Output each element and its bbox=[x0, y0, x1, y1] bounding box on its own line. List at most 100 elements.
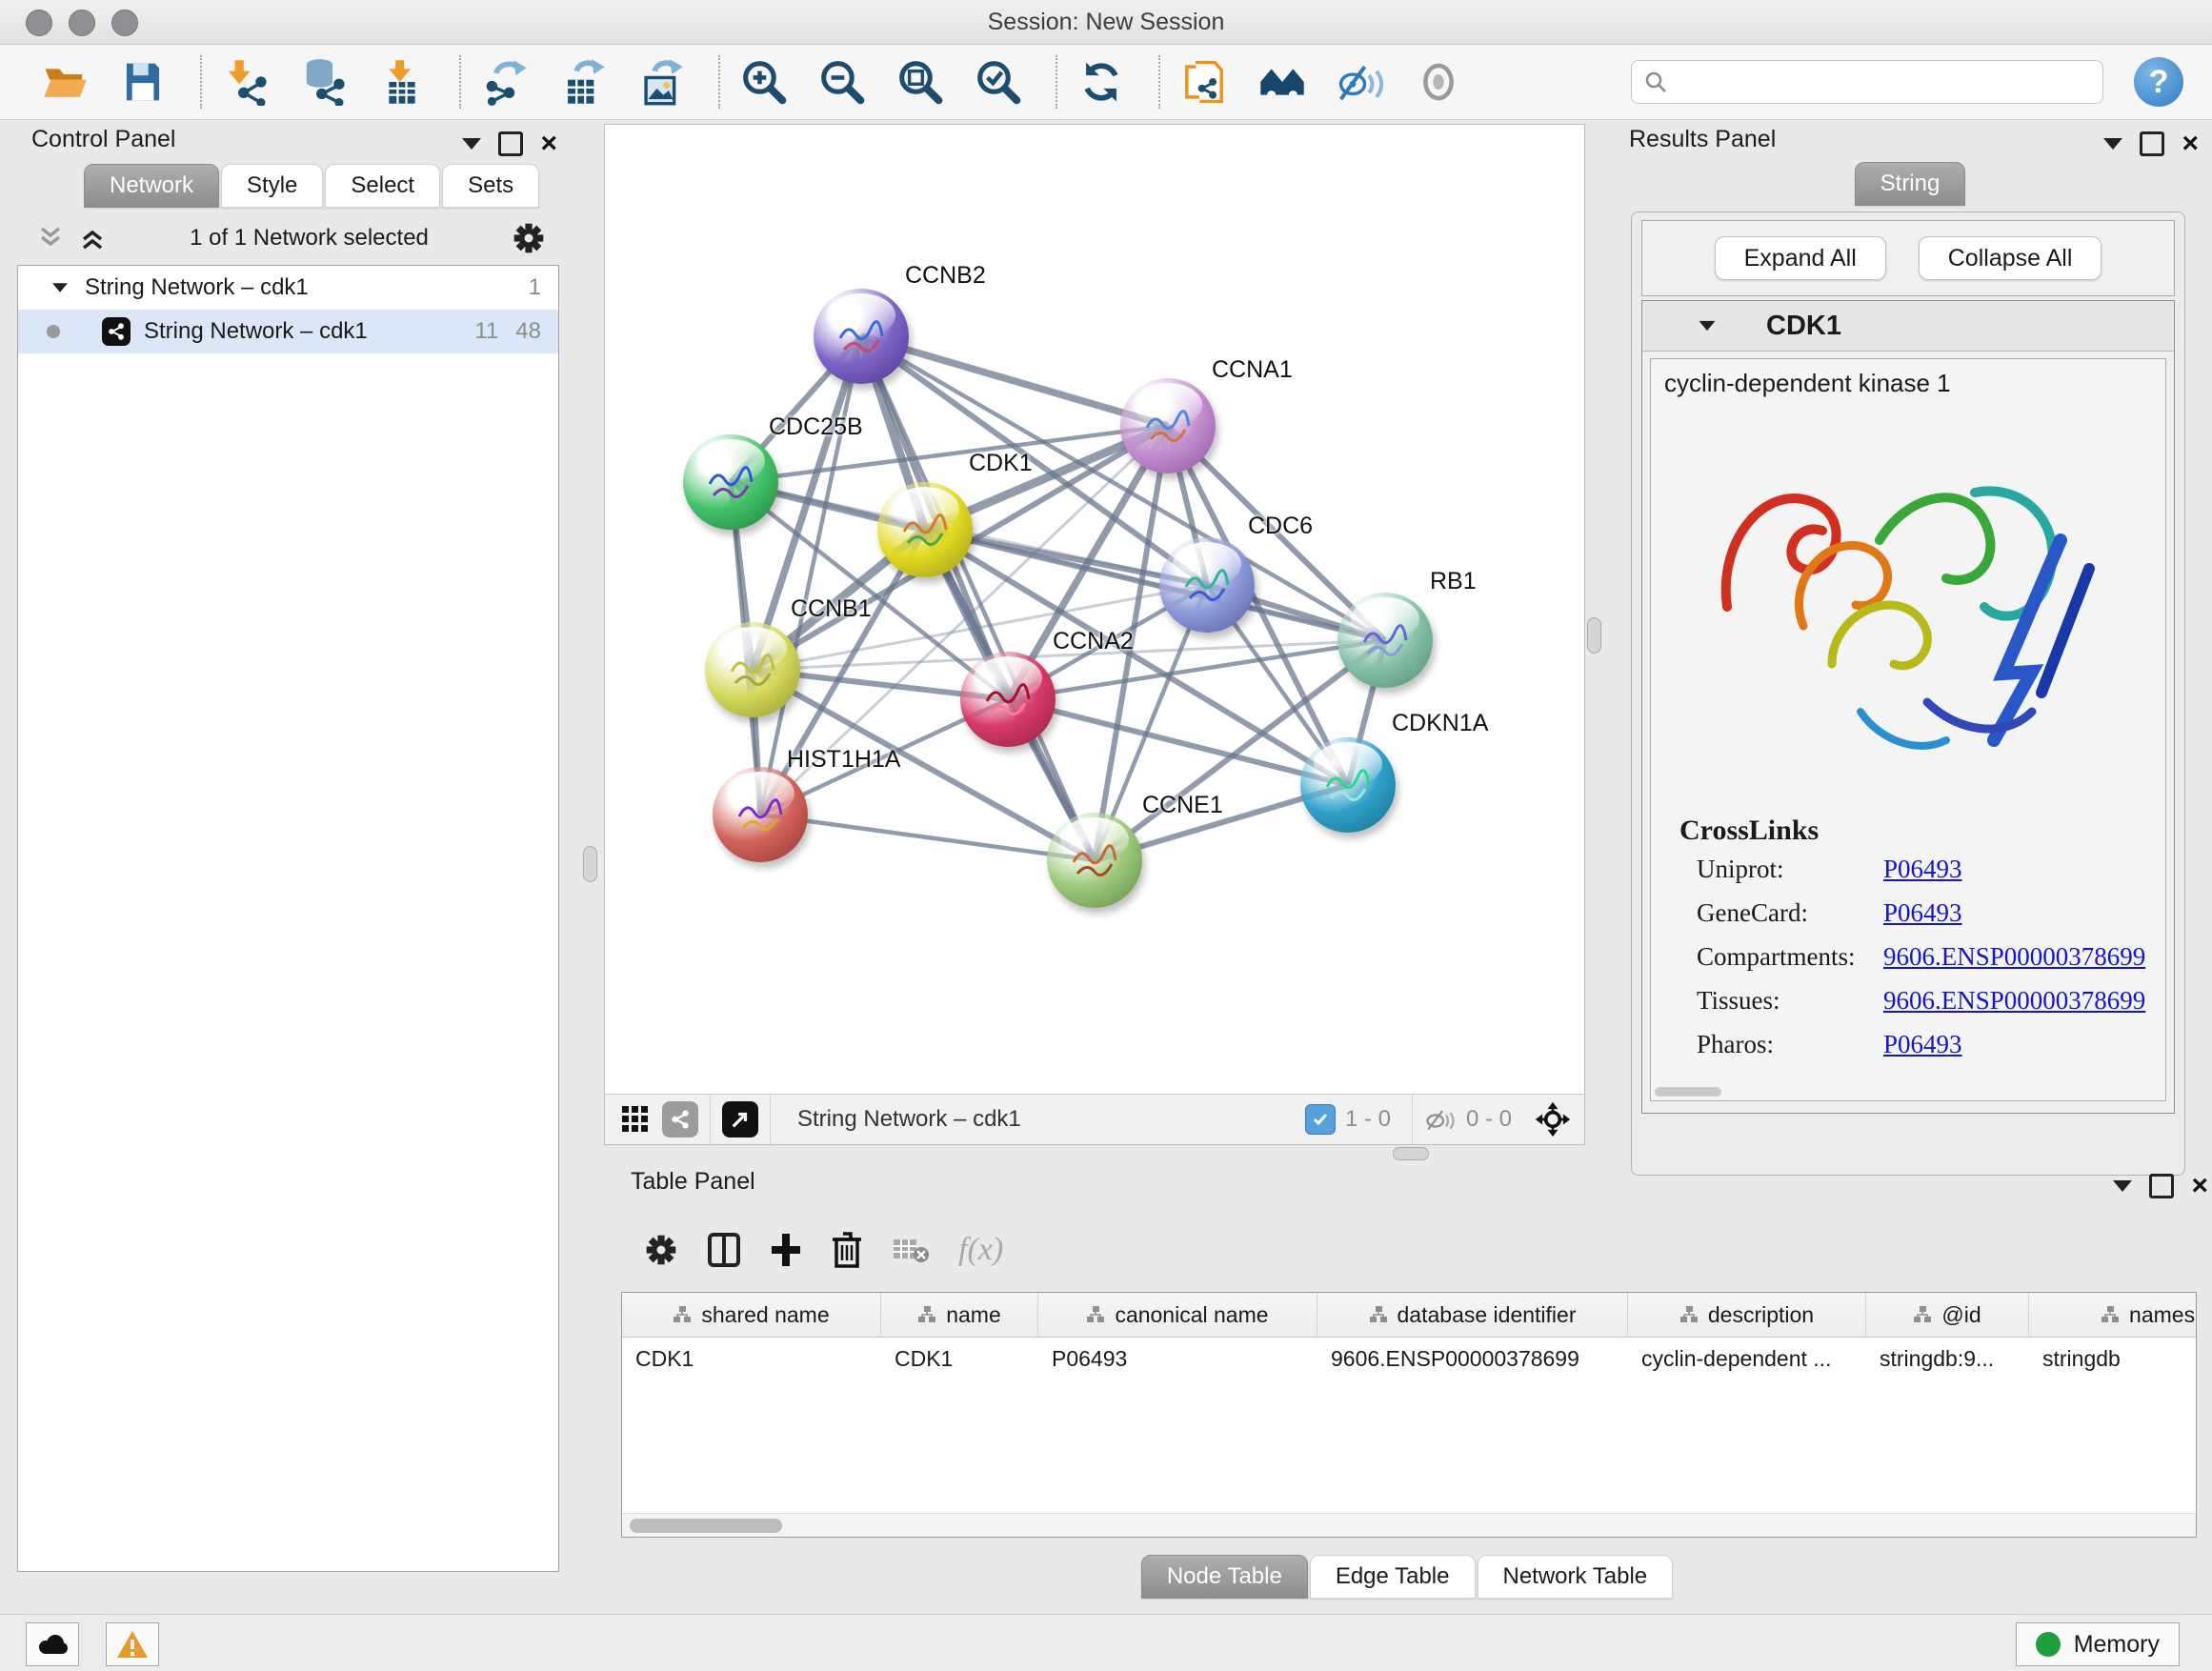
close-panel-icon[interactable]: × bbox=[2191, 1177, 2208, 1196]
selected-nodes-checkbox-icon[interactable] bbox=[1305, 1104, 1336, 1135]
cloud-status-button[interactable] bbox=[26, 1622, 79, 1666]
column-header-name[interactable]: name bbox=[881, 1293, 1038, 1337]
close-panel-icon[interactable]: × bbox=[2182, 134, 2199, 153]
splitter-handle[interactable] bbox=[1393, 1147, 1429, 1160]
import-network-icon[interactable] bbox=[219, 55, 272, 109]
panel-menu-icon[interactable] bbox=[2103, 138, 2122, 150]
edge-CCNB2-HIST1H1A[interactable] bbox=[760, 336, 861, 815]
tab-string[interactable]: String bbox=[1855, 162, 1966, 206]
column-header-shared-name[interactable]: shared name bbox=[622, 1293, 881, 1337]
node-CDKN1A[interactable] bbox=[1300, 737, 1396, 833]
table-cell[interactable]: 9606.ENSP00000378699 bbox=[1317, 1346, 1628, 1372]
node-CCNA2[interactable] bbox=[960, 652, 1056, 747]
node-CCNE1[interactable] bbox=[1047, 813, 1142, 908]
entity-header[interactable]: CDK1 bbox=[1642, 301, 2174, 352]
export-table-icon[interactable] bbox=[556, 55, 610, 109]
detach-view-icon[interactable] bbox=[722, 1101, 758, 1137]
birds-eye-view-icon[interactable] bbox=[1531, 1097, 1575, 1141]
network-view[interactable]: CCNB2CCNA1CDC25BCDK1CDC6RB1CCNB1CCNA2CDK… bbox=[604, 124, 1585, 1145]
crosslink-link[interactable]: 9606.ENSP00000378699 bbox=[1883, 986, 2145, 1030]
zoom-selected-icon[interactable] bbox=[972, 55, 1025, 109]
node-CCNB1[interactable] bbox=[705, 622, 800, 717]
tab-select[interactable]: Select bbox=[325, 164, 440, 208]
hide-details-eye-icon[interactable] bbox=[1334, 55, 1387, 109]
search-field[interactable] bbox=[1631, 60, 2103, 104]
table-cell[interactable]: P06493 bbox=[1038, 1346, 1317, 1372]
table-options-gear-icon[interactable] bbox=[644, 1233, 678, 1267]
network-collection-row[interactable]: String Network – cdk1 1 bbox=[18, 266, 558, 310]
panel-menu-icon[interactable] bbox=[2113, 1180, 2132, 1192]
search-input[interactable] bbox=[1668, 68, 2091, 96]
crosslink-link[interactable]: P06493 bbox=[1883, 855, 1962, 898]
node-CCNB2[interactable] bbox=[814, 289, 909, 384]
tab-network-table[interactable]: Network Table bbox=[1478, 1555, 1674, 1599]
column-header-database-identifier[interactable]: database identifier bbox=[1317, 1293, 1628, 1337]
open-folder-icon[interactable] bbox=[38, 55, 91, 109]
export-network-icon[interactable] bbox=[478, 55, 532, 109]
refresh-icon[interactable] bbox=[1075, 55, 1128, 109]
entity-collapse-icon[interactable] bbox=[1699, 321, 1716, 331]
crosslink-link[interactable]: 9606.ENSP00000378699 bbox=[1883, 942, 2145, 986]
add-column-icon[interactable] bbox=[770, 1232, 802, 1268]
table-cell[interactable]: stringdb bbox=[2029, 1346, 2197, 1372]
grid-view-icon[interactable] bbox=[614, 1098, 656, 1140]
show-columns-icon[interactable] bbox=[707, 1232, 741, 1268]
home-networks-icon[interactable] bbox=[1256, 55, 1309, 109]
save-icon[interactable] bbox=[116, 55, 170, 109]
collection-expand-icon[interactable] bbox=[52, 283, 68, 292]
node-HIST1H1A[interactable] bbox=[713, 767, 808, 862]
zoom-out-icon[interactable] bbox=[815, 55, 869, 109]
delete-column-icon[interactable] bbox=[831, 1232, 863, 1268]
table-cell[interactable]: CDK1 bbox=[622, 1346, 881, 1372]
table-scrollbar-track[interactable] bbox=[622, 1513, 2196, 1537]
show-details-eye-icon[interactable] bbox=[1412, 55, 1465, 109]
float-panel-icon[interactable] bbox=[498, 131, 523, 156]
expand-all-button[interactable]: Expand All bbox=[1715, 236, 1886, 280]
collapse-all-button[interactable]: Collapse All bbox=[1919, 236, 2102, 280]
table-row[interactable]: CDK1CDK1P064939606.ENSP00000378699cyclin… bbox=[622, 1338, 2197, 1379]
column-header-canonical-name[interactable]: canonical name bbox=[1038, 1293, 1317, 1337]
expand-all-icon[interactable] bbox=[78, 225, 107, 252]
network-view-type-icon[interactable] bbox=[662, 1101, 698, 1137]
zoom-fit-icon[interactable] bbox=[894, 55, 947, 109]
import-table-icon[interactable] bbox=[375, 55, 429, 109]
warnings-button[interactable] bbox=[106, 1622, 159, 1666]
splitter-handle[interactable] bbox=[583, 846, 597, 882]
table-cell[interactable]: CDK1 bbox=[881, 1346, 1038, 1372]
tab-edge-table[interactable]: Edge Table bbox=[1310, 1555, 1476, 1599]
node-CDC6[interactable] bbox=[1159, 537, 1255, 633]
float-panel-icon[interactable] bbox=[2149, 1174, 2174, 1198]
table-cell[interactable]: cyclin-dependent ... bbox=[1628, 1346, 1866, 1372]
edge-HIST1H1A-CCNE1[interactable] bbox=[760, 815, 1095, 860]
tab-sets[interactable]: Sets bbox=[442, 164, 539, 208]
close-panel-icon[interactable]: × bbox=[540, 134, 557, 153]
edge-CCNB2-CCNE1[interactable] bbox=[861, 336, 1095, 860]
tab-node-table[interactable]: Node Table bbox=[1141, 1555, 1308, 1599]
collapse-all-icon[interactable] bbox=[36, 225, 65, 252]
node-RB1[interactable] bbox=[1337, 593, 1433, 688]
splitter-handle[interactable] bbox=[1587, 617, 1601, 654]
column-header-id[interactable]: @id bbox=[1866, 1293, 2029, 1337]
tab-network[interactable]: Network bbox=[84, 164, 219, 208]
crosslink-link[interactable]: P06493 bbox=[1883, 898, 1962, 942]
zoom-in-icon[interactable] bbox=[737, 55, 791, 109]
node-table[interactable]: shared namenamecanonical namedatabase id… bbox=[621, 1292, 2197, 1538]
network-row[interactable]: String Network – cdk1 11 48 bbox=[18, 310, 558, 353]
table-scrollbar-thumb[interactable] bbox=[630, 1519, 782, 1533]
column-header-namespace[interactable]: namespace bbox=[2029, 1293, 2197, 1337]
node-CCNA1[interactable] bbox=[1120, 378, 1216, 473]
crosslink-link[interactable]: P06493 bbox=[1883, 1030, 1962, 1074]
table-cell[interactable]: stringdb:9... bbox=[1866, 1346, 2029, 1372]
panel-menu-icon[interactable] bbox=[462, 138, 481, 150]
import-database-icon[interactable] bbox=[297, 55, 351, 109]
export-image-icon[interactable] bbox=[634, 55, 688, 109]
network-options-gear-icon[interactable] bbox=[512, 221, 546, 255]
column-header-description[interactable]: description bbox=[1628, 1293, 1866, 1337]
node-CDC25B[interactable] bbox=[683, 434, 778, 530]
help-icon[interactable]: ? bbox=[2134, 57, 2183, 107]
share-document-icon[interactable] bbox=[1177, 55, 1231, 109]
memory-button[interactable]: Memory bbox=[2016, 1622, 2180, 1666]
node-CDK1[interactable] bbox=[877, 482, 973, 577]
float-panel-icon[interactable] bbox=[2140, 131, 2164, 156]
results-scrollbar[interactable] bbox=[1655, 1087, 1721, 1097]
